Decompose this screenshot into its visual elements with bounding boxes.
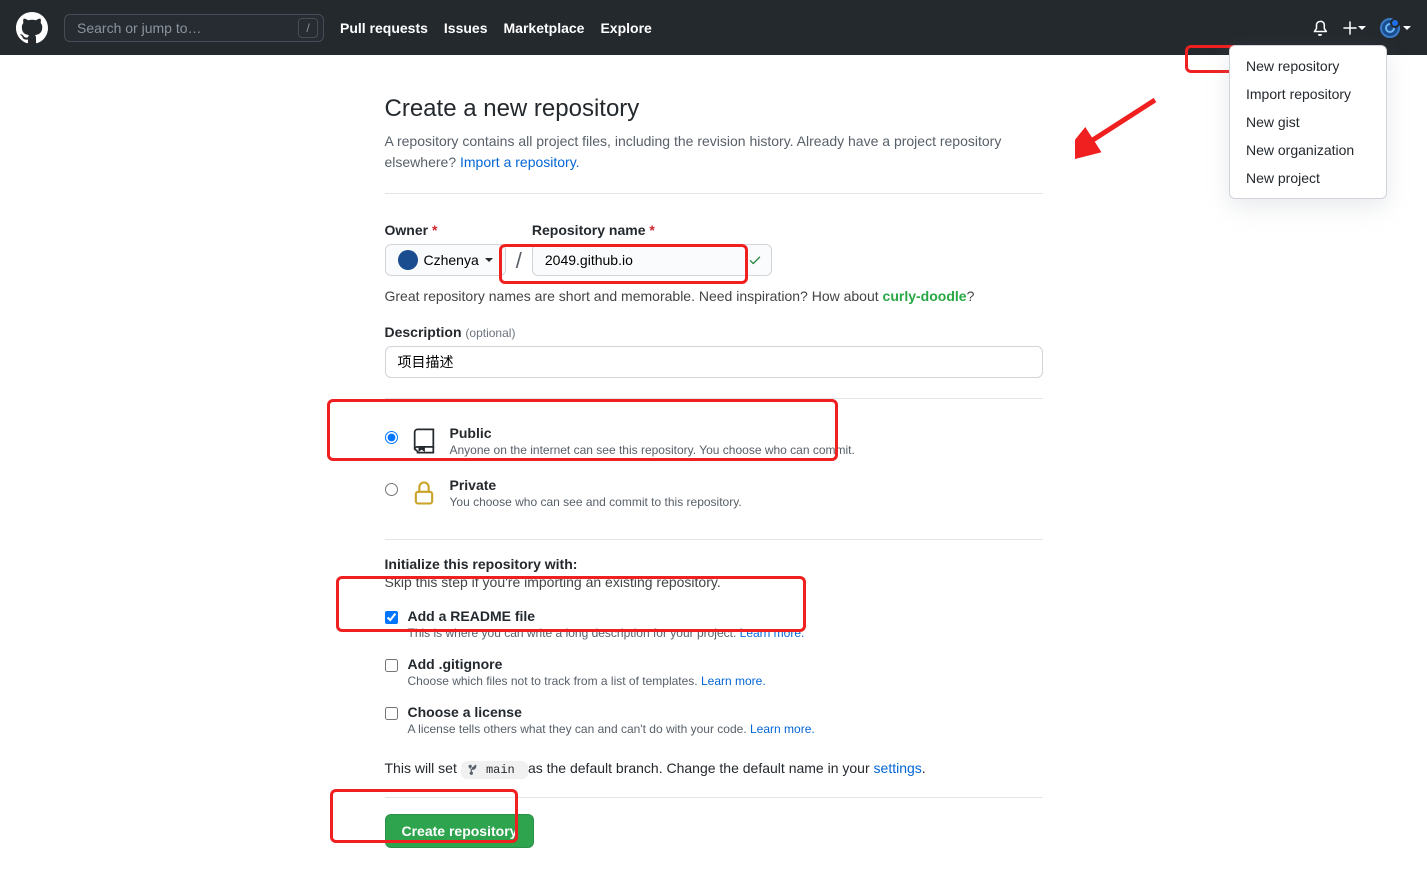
global-header: / Pull requests Issues Marketplace Explo… <box>0 0 1427 55</box>
dropdown-new-gist[interactable]: New gist <box>1230 108 1386 136</box>
nav-marketplace[interactable]: Marketplace <box>504 20 585 36</box>
license-title: Choose a license <box>408 704 522 720</box>
default-branch-line: This will set main as the default branch… <box>385 760 1043 777</box>
dropdown-new-organization[interactable]: New organization <box>1230 136 1386 164</box>
gitignore-checkbox[interactable] <box>385 659 398 672</box>
private-title: Private <box>450 477 497 493</box>
search-input[interactable] <box>64 14 324 42</box>
search-shortcut-badge: / <box>298 18 318 38</box>
owner-label: Owner * <box>385 222 506 238</box>
owner-repo-separator: / <box>514 248 524 274</box>
notifications-icon[interactable] <box>1312 20 1328 36</box>
visibility-public-option[interactable]: Public Anyone on the internet can see th… <box>385 415 1043 467</box>
avatar <box>1380 18 1400 38</box>
chevron-down-icon <box>1358 26 1366 30</box>
chevron-down-icon <box>485 258 493 262</box>
create-repository-button[interactable]: Create repository <box>385 814 535 848</box>
visibility-public-radio[interactable] <box>385 431 398 444</box>
divider <box>385 539 1043 540</box>
owner-repo-row: Owner * Czhenya / Repository name * <box>385 222 1043 276</box>
license-learn-more-link[interactable]: Learn more. <box>750 722 815 736</box>
header-right <box>1312 18 1411 38</box>
lock-icon <box>410 479 438 507</box>
gitignore-desc: Choose which files not to track from a l… <box>408 674 766 688</box>
init-section-title: Initialize this repository with: <box>385 556 1043 572</box>
public-desc: Anyone on the internet can see this repo… <box>450 443 855 457</box>
repo-name-group: Repository name * <box>532 222 772 276</box>
visibility-private-radio[interactable] <box>385 483 398 496</box>
license-checkbox[interactable] <box>385 707 398 720</box>
git-branch-icon <box>467 764 479 776</box>
public-title: Public <box>450 425 492 441</box>
repo-name-suggestion-link[interactable]: curly-doodle <box>883 288 967 304</box>
visibility-private-option[interactable]: Private You choose who can see and commi… <box>385 467 1043 519</box>
check-icon <box>748 253 762 267</box>
dropdown-new-repository[interactable]: New repository <box>1230 52 1386 80</box>
description-group: Description (optional) <box>385 324 1043 378</box>
create-new-dropdown-button[interactable] <box>1342 20 1366 36</box>
notification-dot <box>1390 18 1400 28</box>
nav-explore[interactable]: Explore <box>600 20 651 36</box>
import-repository-link[interactable]: Import a repository. <box>460 154 580 170</box>
divider <box>385 797 1043 798</box>
private-desc: You choose who can see and commit to thi… <box>450 495 742 509</box>
repo-icon <box>410 427 438 455</box>
dropdown-new-project[interactable]: New project <box>1230 164 1386 192</box>
plus-icon <box>1343 21 1357 35</box>
chevron-down-icon <box>1403 26 1411 30</box>
settings-link[interactable]: settings <box>874 760 922 776</box>
name-hint: Great repository names are short and mem… <box>385 288 1043 304</box>
readme-learn-more-link[interactable]: Learn more. <box>740 626 805 640</box>
description-label: Description (optional) <box>385 324 516 340</box>
description-input[interactable] <box>385 346 1043 378</box>
owner-select-button[interactable]: Czhenya <box>385 244 506 276</box>
main-content: Create a new repository A repository con… <box>369 95 1059 848</box>
divider <box>385 398 1043 399</box>
github-logo-icon[interactable] <box>16 12 48 44</box>
page-subhead: A repository contains all project files,… <box>385 131 1043 194</box>
page-title: Create a new repository <box>385 95 1043 123</box>
owner-group: Owner * Czhenya <box>385 222 506 276</box>
owner-name: Czhenya <box>424 252 479 268</box>
nav-pull-requests[interactable]: Pull requests <box>340 20 428 36</box>
dropdown-import-repository[interactable]: Import repository <box>1230 80 1386 108</box>
repo-name-label: Repository name * <box>532 222 772 238</box>
readme-desc: This is where you can write a long descr… <box>408 626 805 640</box>
nav-issues[interactable]: Issues <box>444 20 488 36</box>
init-section-sub: Skip this step if you're importing an ex… <box>385 574 1043 590</box>
gitignore-title: Add .gitignore <box>408 656 503 672</box>
branch-badge: main <box>461 761 528 779</box>
gitignore-learn-more-link[interactable]: Learn more. <box>701 674 766 688</box>
search-container: / <box>64 14 324 42</box>
annotation-arrow <box>1075 90 1165 160</box>
readme-option[interactable]: Add a README file This is where you can … <box>385 600 1043 648</box>
license-option[interactable]: Choose a license A license tells others … <box>385 696 1043 744</box>
nav-links: Pull requests Issues Marketplace Explore <box>340 20 652 36</box>
user-menu-button[interactable] <box>1380 18 1411 38</box>
create-new-dropdown-menu: New repository Import repository New gis… <box>1229 45 1387 199</box>
readme-checkbox[interactable] <box>385 611 398 624</box>
license-desc: A license tells others what they can and… <box>408 722 815 736</box>
gitignore-option[interactable]: Add .gitignore Choose which files not to… <box>385 648 1043 696</box>
repo-name-input[interactable] <box>532 244 772 276</box>
readme-title: Add a README file <box>408 608 536 624</box>
owner-avatar-icon <box>398 250 418 270</box>
